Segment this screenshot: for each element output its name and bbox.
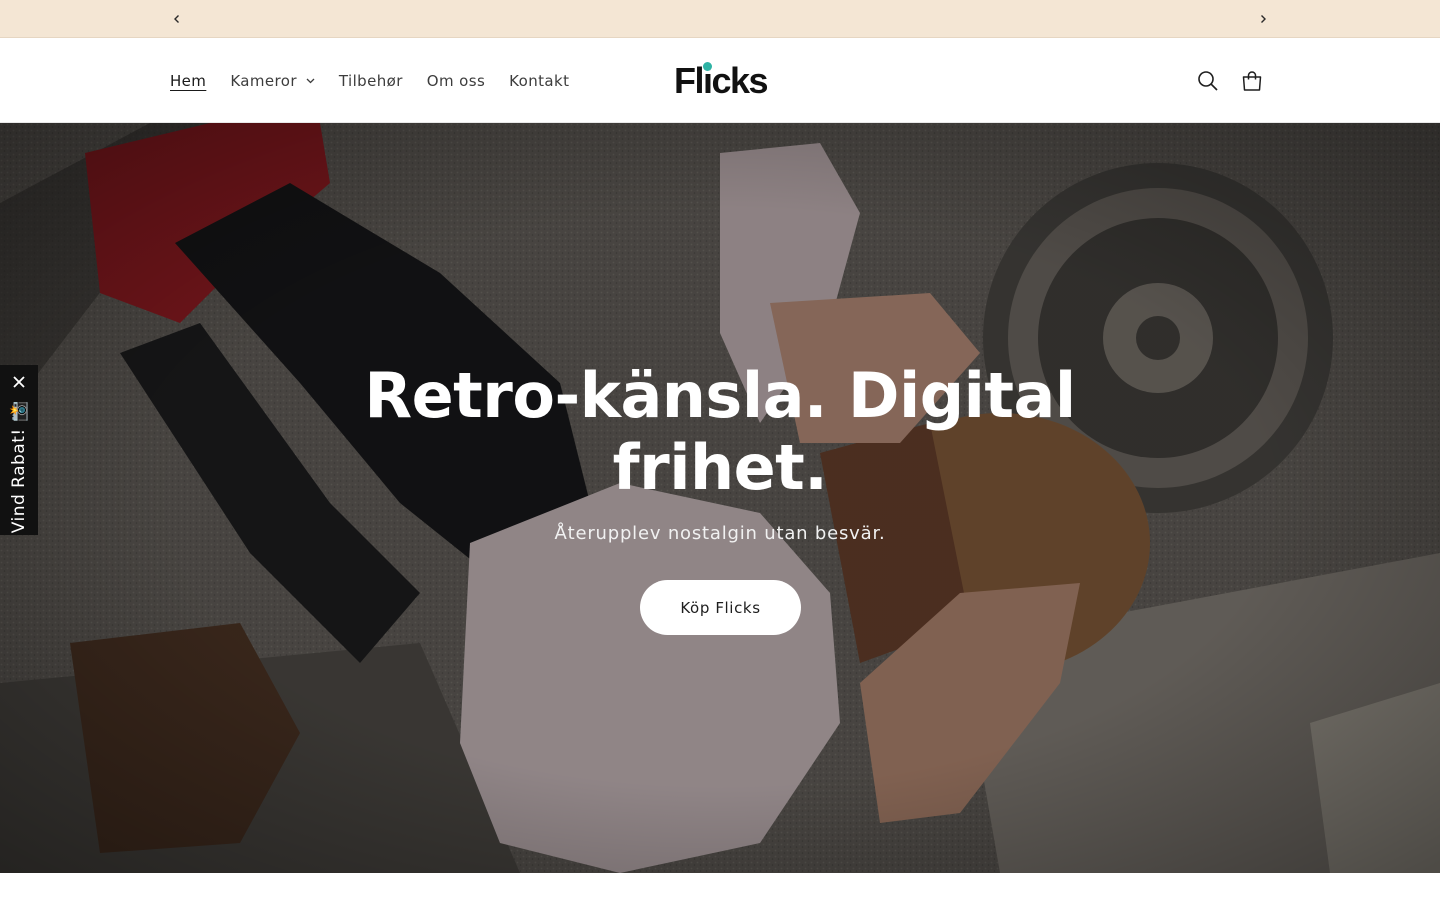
chevron-left-icon <box>174 15 179 23</box>
logo-text-post: cks <box>711 60 769 101</box>
announcement-bar <box>0 0 1440 38</box>
nav-item-label: Hem <box>170 72 207 90</box>
nav-item-label: Kontakt <box>509 72 570 90</box>
announcement-prev-button[interactable] <box>158 0 196 38</box>
hero-banner: Retro-känsla. Digital frihet. Återupplev… <box>0 123 1440 873</box>
discount-label: Vind Rabat! 📸 <box>9 400 29 534</box>
close-icon <box>13 376 25 388</box>
nav-item-kameror[interactable]: Kameror <box>230 72 315 90</box>
main-nav: Hem Kameror Tilbehør Om oss Kontakt <box>170 39 593 123</box>
nav-item-label: Om oss <box>426 72 486 90</box>
nav-item-label: Tilbehør <box>338 72 403 90</box>
nav-item-kontakt[interactable]: Kontakt <box>509 72 569 90</box>
search-button[interactable] <box>1186 59 1230 103</box>
page-bottom-strip <box>0 873 1440 900</box>
brand-logo[interactable]: Fl i cks <box>674 60 769 102</box>
shop-now-button[interactable]: Köp Flicks <box>640 580 801 635</box>
logo-text-pre: Fl <box>674 60 705 101</box>
chevron-right-icon <box>1261 15 1266 23</box>
nav-item-tilbehor[interactable]: Tilbehør <box>339 72 403 90</box>
site-header: Hem Kameror Tilbehør Om oss Kontakt Fl i c… <box>0 39 1440 123</box>
cart-button[interactable] <box>1230 59 1274 103</box>
nav-item-label: Kameror <box>230 72 297 90</box>
logo-i: i <box>703 60 713 102</box>
hero-title: Retro-känsla. Digital frihet. <box>364 359 1076 504</box>
discount-side-tab[interactable]: Vind Rabat! 📸 <box>0 365 38 535</box>
cart-icon <box>1242 71 1262 91</box>
hero-content: Retro-känsla. Digital frihet. Återupplev… <box>0 123 1440 873</box>
nav-item-hem[interactable]: Hem <box>170 72 206 90</box>
announcement-next-button[interactable] <box>1244 0 1282 38</box>
nav-item-om-oss[interactable]: Om oss <box>427 72 485 90</box>
discount-label-wrap: Vind Rabat! 📸 <box>0 399 38 535</box>
hero-subtitle: Återupplev nostalgin utan besvär. <box>554 523 886 544</box>
search-icon <box>1198 71 1218 91</box>
discount-close-button[interactable] <box>0 365 38 399</box>
chevron-down-icon <box>306 78 315 84</box>
